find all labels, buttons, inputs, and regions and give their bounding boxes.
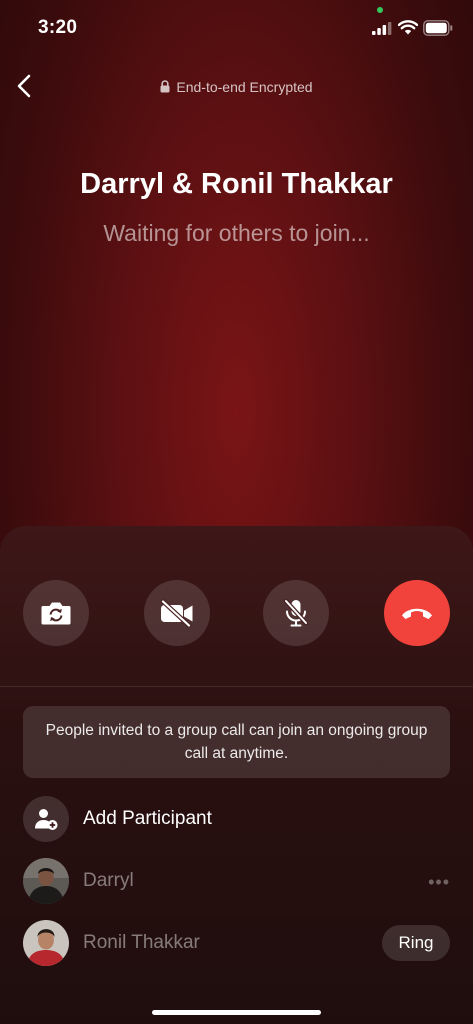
cellular-signal-icon xyxy=(372,22,392,35)
avatar-darryl xyxy=(23,858,69,904)
participant-name: Ronil Thakkar xyxy=(83,932,200,953)
privacy-indicator-dot xyxy=(377,7,383,13)
add-participant-avatar xyxy=(23,796,69,842)
status-time: 3:20 xyxy=(38,17,78,38)
home-indicator[interactable] xyxy=(152,1010,321,1015)
participant-name: Darryl xyxy=(83,870,134,891)
lock-icon xyxy=(160,80,170,93)
add-participant-row[interactable]: Add Participant xyxy=(23,796,450,842)
call-controls-sheet: People invited to a group call can join … xyxy=(0,526,473,1024)
divider xyxy=(0,686,473,687)
add-participant-label: Add Participant xyxy=(83,808,212,829)
flip-camera-button[interactable] xyxy=(23,580,89,646)
more-options-icon[interactable]: ••• xyxy=(428,872,450,893)
participant-row-ronil[interactable]: Ronil Thakkar Ring xyxy=(23,920,450,966)
group-call-notice: People invited to a group call can join … xyxy=(23,706,450,778)
participant-row-darryl[interactable]: Darryl ••• xyxy=(23,858,450,904)
video-off-icon xyxy=(160,599,193,627)
phone-hangup-icon xyxy=(402,608,432,619)
end-call-button[interactable] xyxy=(384,580,450,646)
wifi-icon xyxy=(398,20,418,35)
call-title: Darryl & Ronil Thakkar xyxy=(80,168,393,200)
avatar-ronil-thakkar xyxy=(23,920,69,966)
camera-rotate-icon xyxy=(41,602,71,625)
encryption-status: End-to-end Encrypted xyxy=(0,79,473,95)
video-toggle-button[interactable] xyxy=(144,580,210,646)
mic-off-icon xyxy=(283,598,309,627)
battery-icon xyxy=(423,20,453,36)
call-status: Waiting for others to join... xyxy=(103,220,370,246)
ring-button[interactable]: Ring xyxy=(382,925,450,961)
status-bar: 3:20 xyxy=(0,0,473,56)
add-person-icon xyxy=(35,809,58,830)
encryption-label: End-to-end Encrypted xyxy=(176,79,313,95)
mute-toggle-button[interactable] xyxy=(263,580,329,646)
